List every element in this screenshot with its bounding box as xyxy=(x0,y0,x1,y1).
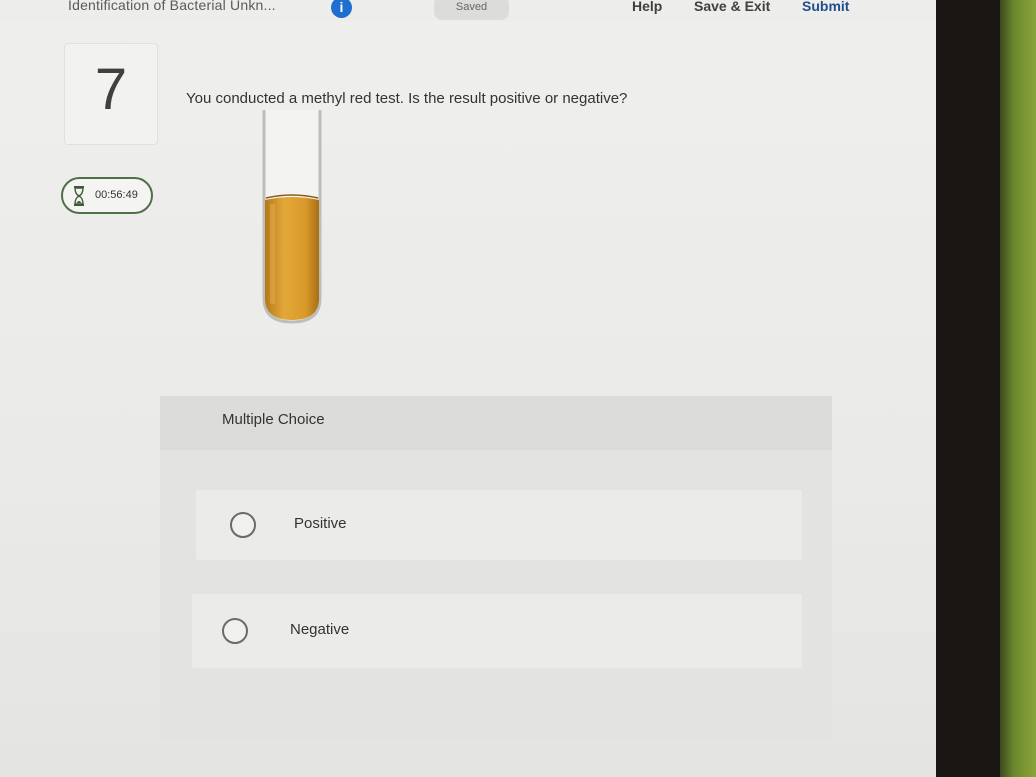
question-prompt: You conducted a methyl red test. Is the … xyxy=(186,90,628,107)
answer-option-label: Negative xyxy=(290,621,350,638)
device-bezel xyxy=(930,0,1000,777)
hourglass-icon xyxy=(74,186,84,206)
multiple-choice-header: Multiple Choice xyxy=(160,396,832,450)
timer-value: 00:56:49 xyxy=(95,189,138,201)
timer[interactable]: 00:56:49 xyxy=(61,177,153,214)
multiple-choice-label: Multiple Choice xyxy=(222,411,325,428)
question-number-card: 7 xyxy=(64,43,158,145)
answer-option-negative[interactable]: Negative xyxy=(192,594,802,668)
top-bar: Identification of Bacterial Unkn... i Sa… xyxy=(0,0,936,22)
question-number: 7 xyxy=(94,57,128,122)
radio-button-positive[interactable] xyxy=(230,512,256,538)
screen: Identification of Bacterial Unkn... i Sa… xyxy=(0,0,936,777)
info-icon[interactable]: i xyxy=(331,0,352,18)
device-case xyxy=(1000,0,1036,777)
help-link[interactable]: Help xyxy=(632,0,662,14)
assignment-title: Identification of Bacterial Unkn... xyxy=(68,0,276,13)
saved-status-badge: Saved xyxy=(434,0,509,20)
radio-button-negative[interactable] xyxy=(222,618,248,644)
test-tube-image xyxy=(262,110,322,324)
save-exit-link[interactable]: Save & Exit xyxy=(694,0,770,14)
multiple-choice-panel: Multiple Choice Positive Negative xyxy=(160,396,832,740)
answer-option-label: Positive xyxy=(294,515,347,532)
answer-option-positive[interactable]: Positive xyxy=(196,490,802,560)
submit-link[interactable]: Submit xyxy=(802,0,849,14)
